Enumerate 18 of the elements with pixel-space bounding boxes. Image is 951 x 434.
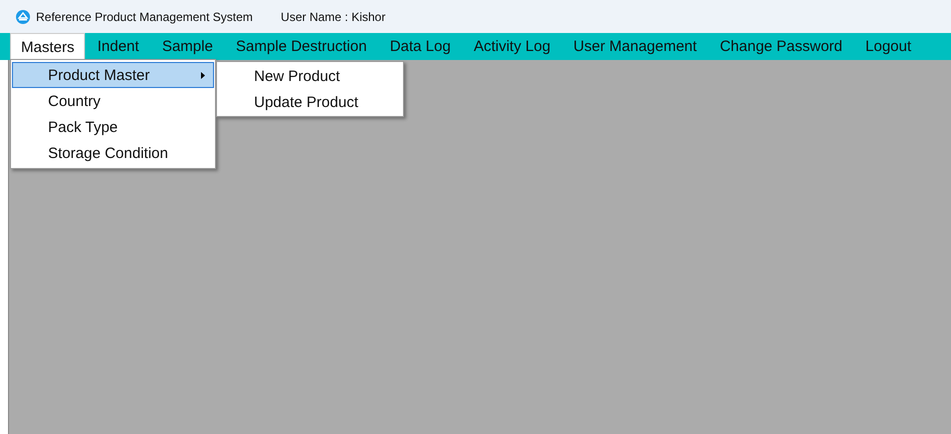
window-title: Reference Product Management System: [36, 10, 253, 24]
menu-item[interactable]: Change Password: [708, 33, 854, 60]
menu-option[interactable]: Storage Condition: [12, 140, 214, 166]
menu-item[interactable]: User Management: [562, 33, 708, 60]
menu-item[interactable]: Sample: [151, 33, 224, 60]
menu-option[interactable]: Pack Type: [12, 114, 214, 140]
menu-option[interactable]: Country: [12, 88, 214, 114]
menu-option[interactable]: Update Product: [218, 89, 402, 115]
menu-item[interactable]: Logout: [854, 33, 922, 60]
menu-option[interactable]: Product Master: [12, 62, 214, 88]
app-logo-icon: [16, 10, 30, 24]
menu-item[interactable]: Data Log: [378, 33, 462, 60]
menu-item[interactable]: Indent: [86, 33, 150, 60]
menu-item[interactable]: Activity Log: [462, 33, 562, 60]
menu-option[interactable]: New Product: [218, 63, 402, 89]
user-name-label: User Name : Kishor: [280, 10, 386, 24]
menu-item[interactable]: Sample Destruction: [224, 33, 378, 60]
menu-item[interactable]: Masters: [10, 33, 86, 60]
